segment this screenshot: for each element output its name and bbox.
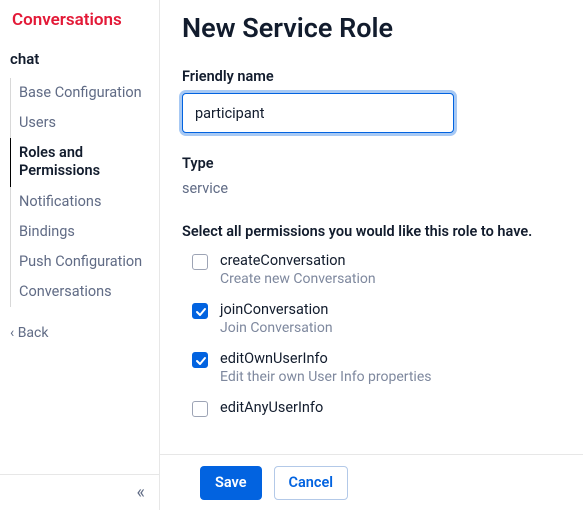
permission-desc: Edit their own User Info properties [220,369,432,385]
permission-name: createConversation [220,252,376,269]
check-icon [195,355,207,367]
permission-desc: Join Conversation [220,320,333,336]
friendly-name-label: Friendly name [182,68,561,85]
sidebar-item-users[interactable]: Users [10,108,153,138]
permission-row-createConversation: createConversation Create new Conversati… [192,252,561,287]
permission-row-editOwnUserInfo: editOwnUserInfo Edit their own User Info… [192,350,561,385]
sidebar-item-roles-and-permissions[interactable]: Roles and Permissions [10,138,153,186]
checkbox-editOwnUserInfo[interactable] [192,352,208,368]
sidebar-item-bindings[interactable]: Bindings [10,217,153,247]
permissions-instruction: Select all permissions you would like th… [182,223,561,240]
save-button[interactable]: Save [200,466,262,500]
permission-row-editAnyUserInfo: editAnyUserInfo [192,399,561,417]
checkbox-editAnyUserInfo[interactable] [192,401,208,417]
sidebar-title: Conversations [0,0,159,46]
sidebar: Conversations chat Base Configuration Us… [0,0,160,510]
chevron-left-icon: ‹ [10,325,18,341]
permissions-list: createConversation Create new Conversati… [182,252,561,417]
check-icon [195,306,207,318]
main-content: New Service Role Friendly name Type serv… [160,0,583,510]
type-label: Type [182,155,561,172]
button-bar: Save Cancel [160,454,583,510]
back-label: Back [18,325,49,341]
permission-desc: Create new Conversation [220,271,376,287]
sidebar-item-notifications[interactable]: Notifications [10,187,153,217]
type-value: service [182,180,561,197]
permission-name: editAnyUserInfo [220,399,323,416]
sidebar-nav: Base Configuration Users Roles and Permi… [0,78,159,307]
page-title: New Service Role [182,12,561,44]
cancel-button[interactable]: Cancel [274,466,349,500]
permission-row-joinConversation: joinConversation Join Conversation [192,301,561,336]
checkbox-joinConversation[interactable] [192,303,208,319]
collapse-icon: « [137,482,145,503]
sidebar-item-push-configuration[interactable]: Push Configuration [10,247,153,277]
back-link[interactable]: ‹ Back [0,307,159,351]
sidebar-item-conversations[interactable]: Conversations [10,277,153,307]
friendly-name-input[interactable] [182,93,454,133]
sidebar-collapse-button[interactable]: « [0,474,159,510]
sidebar-section-label: chat [0,46,159,78]
permission-name: editOwnUserInfo [220,350,432,367]
checkbox-createConversation[interactable] [192,254,208,270]
sidebar-item-base-configuration[interactable]: Base Configuration [10,78,153,108]
permission-name: joinConversation [220,301,333,318]
